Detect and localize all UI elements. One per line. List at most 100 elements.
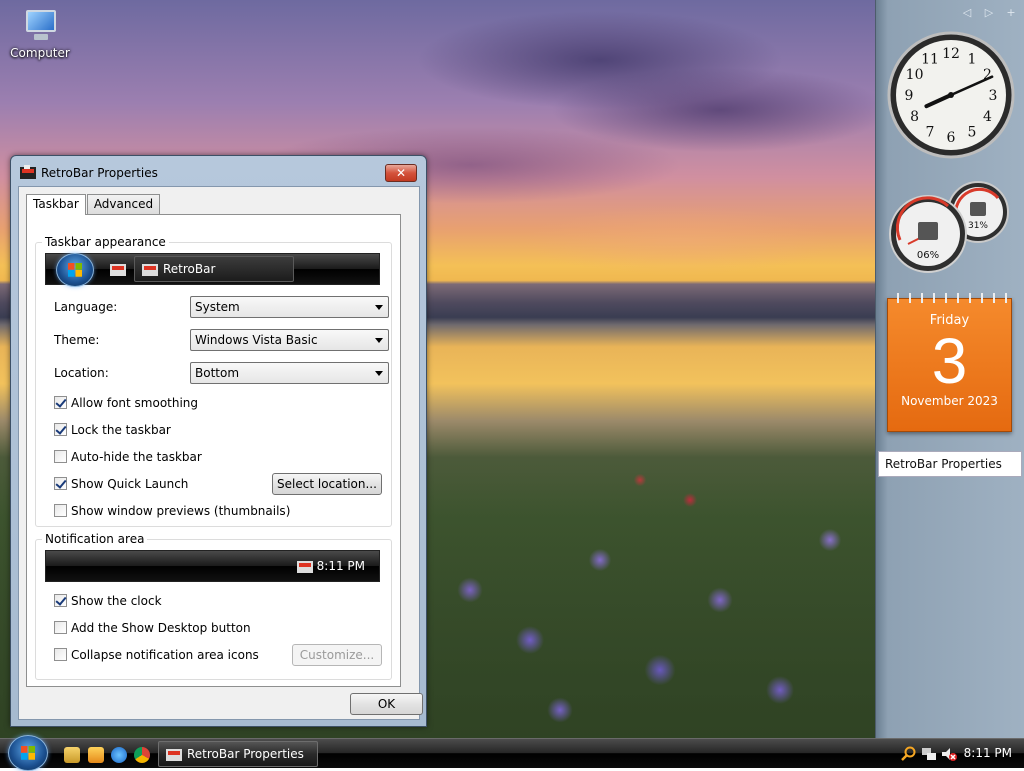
cpu-meter-gadget[interactable]: 31% 06% — [886, 178, 1016, 274]
chrome-icon[interactable] — [134, 747, 150, 763]
checkbox-unchecked-icon — [54, 450, 67, 463]
customize-button[interactable]: Customize... — [292, 644, 382, 666]
retrobar-properties-window[interactable]: RetroBar Properties ✕ Taskbar Advanced T… — [10, 155, 427, 727]
checkbox-unchecked-icon — [54, 648, 67, 661]
lock-taskbar-checkbox[interactable]: Lock the taskbar — [54, 423, 171, 439]
preview-task-button: RetroBar — [134, 256, 294, 282]
collapse-icons-checkbox[interactable]: Collapse notification area icons — [54, 648, 259, 664]
close-button[interactable]: ✕ — [385, 164, 417, 182]
taskbar-appearance-group: Taskbar appearance RetroBar Language: Sy… — [35, 235, 392, 527]
ok-button[interactable]: OK — [350, 693, 423, 715]
window-previews-label: Show window previews (thumbnails) — [71, 504, 291, 518]
windows-logo-icon — [21, 746, 35, 760]
checkbox-unchecked-icon — [54, 504, 67, 517]
desktop-icon-computer[interactable]: Computer — [8, 8, 72, 60]
taskbar: RetroBar Properties 8:11 PM — [0, 735, 1024, 771]
lock-taskbar-label: Lock the taskbar — [71, 423, 171, 437]
select-location-button[interactable]: Select location... — [272, 473, 382, 495]
retrobar-quicklaunch-icon — [110, 264, 126, 276]
quick-launch-checkbox[interactable]: Show Quick Launch — [54, 477, 188, 493]
clock-number: 8 — [910, 109, 919, 125]
clock-number: 11 — [921, 52, 939, 68]
auto-hide-label: Auto-hide the taskbar — [71, 450, 202, 464]
chevron-down-icon — [375, 338, 383, 343]
clock-number: 4 — [983, 109, 992, 125]
calendar-month-year: November 2023 — [901, 394, 998, 408]
theme-value: Windows Vista Basic — [195, 333, 318, 347]
taskbar-appearance-title: Taskbar appearance — [42, 235, 169, 249]
retrobar-tray-icon — [297, 561, 313, 573]
window-tooltip: RetroBar Properties — [878, 451, 1022, 477]
computer-icon — [20, 8, 60, 44]
notification-area-title: Notification area — [42, 532, 148, 546]
show-desktop-checkbox[interactable]: Add the Show Desktop button — [54, 621, 251, 637]
desktop-icon-label: Computer — [10, 46, 70, 60]
location-value: Bottom — [195, 366, 240, 380]
calendar-rings — [892, 293, 1007, 303]
tab-strip: Taskbar Advanced — [26, 194, 161, 215]
notification-preview-time: 8:11 PM — [316, 559, 365, 573]
checkbox-checked-icon — [54, 423, 67, 436]
show-desktop-label: Add the Show Desktop button — [71, 621, 251, 635]
window-previews-checkbox[interactable]: Show window previews (thumbnails) — [54, 504, 290, 520]
explorer-icon[interactable] — [64, 747, 80, 763]
prev-page-icon[interactable]: ◁ — [960, 6, 974, 19]
font-smoothing-checkbox[interactable]: Allow font smoothing — [54, 396, 198, 412]
language-select[interactable]: System — [190, 296, 389, 318]
retrobar-task-icon — [142, 264, 158, 276]
start-orb-preview-icon — [56, 253, 94, 287]
quick-launch-label: Show Quick Launch — [71, 477, 189, 491]
theme-select[interactable]: Windows Vista Basic — [190, 329, 389, 351]
taskbar-task-label: RetroBar Properties — [187, 747, 304, 761]
taskbar-clock[interactable]: 8:11 PM — [964, 746, 1012, 760]
preview-task-label: RetroBar — [163, 262, 216, 276]
tab-advanced[interactable]: Advanced — [86, 194, 161, 214]
start-button[interactable] — [8, 735, 48, 771]
location-select[interactable]: Bottom — [190, 362, 389, 384]
cpu-chip-icon — [918, 222, 938, 240]
window-client-area: Taskbar Advanced Taskbar appearance Retr… — [18, 186, 423, 720]
checkbox-unchecked-icon — [54, 621, 67, 634]
language-value: System — [195, 300, 240, 314]
clock-number: 9 — [905, 88, 914, 104]
checkbox-checked-icon — [54, 594, 67, 607]
taskbar-preview: RetroBar — [45, 253, 380, 287]
show-clock-label: Show the clock — [71, 594, 162, 608]
gadget-sidebar: ◁ ▷ + 12 1 2 3 4 5 6 7 8 9 10 11 31% 06% Friday 3 N… — [875, 0, 1024, 738]
auto-hide-checkbox[interactable]: Auto-hide the taskbar — [54, 450, 202, 466]
clock-gadget[interactable]: 12 1234567891011 — [886, 30, 1016, 160]
sidebar-nav: ◁ ▷ + — [960, 6, 1018, 19]
retrobar-app-icon — [20, 165, 36, 179]
add-gadget-icon[interactable]: + — [1004, 6, 1018, 19]
next-page-icon[interactable]: ▷ — [982, 6, 996, 19]
retrobar-task-icon — [166, 749, 182, 761]
calendar-gadget[interactable]: Friday 3 November 2023 — [887, 293, 1012, 432]
network-icon[interactable] — [921, 746, 937, 762]
theme-label: Theme: — [54, 333, 100, 347]
volume-muted-icon[interactable] — [941, 746, 957, 762]
cpu-usage-label: 06% — [917, 250, 939, 261]
font-smoothing-label: Allow font smoothing — [71, 396, 199, 410]
notification-preview: 8:11 PM — [45, 550, 380, 582]
clock-number: 7 — [926, 124, 935, 140]
chevron-down-icon — [375, 305, 383, 310]
language-label: Language: — [54, 300, 118, 314]
checkbox-checked-icon — [54, 396, 67, 409]
calendar-day-number: 3 — [931, 325, 968, 397]
notification-area-group: Notification area 8:11 PM Show the clock… — [35, 532, 392, 680]
checkbox-checked-icon — [54, 477, 67, 490]
memory-usage-label: 31% — [968, 221, 988, 231]
clock-number: 10 — [906, 67, 924, 83]
tab-taskbar[interactable]: Taskbar — [26, 194, 86, 215]
taskbar-task-retrobar-properties[interactable]: RetroBar Properties — [158, 741, 318, 767]
show-clock-checkbox[interactable]: Show the clock — [54, 594, 162, 610]
internet-explorer-icon[interactable] — [111, 747, 127, 763]
chevron-down-icon — [375, 371, 383, 376]
clock-number: 5 — [968, 124, 977, 140]
media-player-icon[interactable] — [88, 747, 104, 763]
memory-chip-icon — [970, 202, 986, 216]
search-icon[interactable] — [901, 746, 917, 762]
window-titlebar[interactable]: RetroBar Properties ✕ — [11, 156, 426, 188]
clock-number: 3 — [989, 88, 998, 104]
clock-number: 6 — [947, 130, 956, 146]
